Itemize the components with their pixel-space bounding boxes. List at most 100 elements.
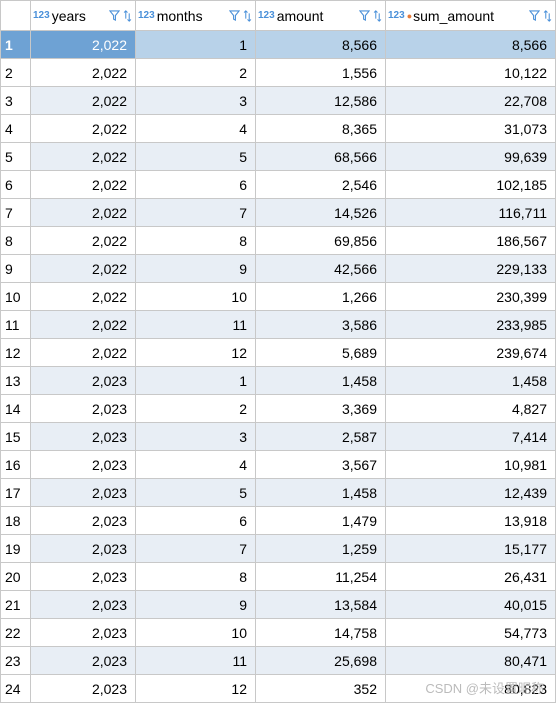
cell-years[interactable]: 2,023 xyxy=(31,591,136,619)
cell-amount[interactable]: 3,567 xyxy=(256,451,386,479)
cell-years[interactable]: 2,022 xyxy=(31,143,136,171)
cell-amount[interactable]: 14,526 xyxy=(256,199,386,227)
row-number[interactable]: 12 xyxy=(1,339,31,367)
cell-sum_amount[interactable]: 8,566 xyxy=(386,31,556,59)
cell-months[interactable]: 3 xyxy=(136,423,256,451)
cell-years[interactable]: 2,022 xyxy=(31,171,136,199)
table-row[interactable]: 92,022942,566229,133 xyxy=(1,255,556,283)
table-row[interactable]: 142,02323,3694,827 xyxy=(1,395,556,423)
column-header-amount[interactable]: 123amount xyxy=(256,1,386,31)
row-number[interactable]: 10 xyxy=(1,283,31,311)
cell-months[interactable]: 10 xyxy=(136,283,256,311)
row-number[interactable]: 21 xyxy=(1,591,31,619)
cell-months[interactable]: 4 xyxy=(136,451,256,479)
cell-months[interactable]: 3 xyxy=(136,87,256,115)
cell-years[interactable]: 2,023 xyxy=(31,395,136,423)
cell-amount[interactable]: 3,586 xyxy=(256,311,386,339)
cell-months[interactable]: 2 xyxy=(136,395,256,423)
cell-months[interactable]: 9 xyxy=(136,591,256,619)
cell-sum_amount[interactable]: 116,711 xyxy=(386,199,556,227)
cell-years[interactable]: 2,022 xyxy=(31,311,136,339)
cell-years[interactable]: 2,022 xyxy=(31,87,136,115)
table-row[interactable]: 12,02218,5668,566 xyxy=(1,31,556,59)
table-row[interactable]: 232,0231125,69880,471 xyxy=(1,647,556,675)
cell-years[interactable]: 2,023 xyxy=(31,619,136,647)
table-row[interactable]: 22,02221,55610,122 xyxy=(1,59,556,87)
row-number[interactable]: 22 xyxy=(1,619,31,647)
table-row[interactable]: 62,02262,546102,185 xyxy=(1,171,556,199)
cell-sum_amount[interactable]: 54,773 xyxy=(386,619,556,647)
cell-amount[interactable]: 42,566 xyxy=(256,255,386,283)
row-number[interactable]: 13 xyxy=(1,367,31,395)
cell-amount[interactable]: 1,266 xyxy=(256,283,386,311)
row-number[interactable]: 4 xyxy=(1,115,31,143)
cell-sum_amount[interactable]: 4,827 xyxy=(386,395,556,423)
cell-amount[interactable]: 69,856 xyxy=(256,227,386,255)
cell-years[interactable]: 2,022 xyxy=(31,199,136,227)
filter-icon[interactable] xyxy=(528,9,540,23)
cell-sum_amount[interactable]: 229,133 xyxy=(386,255,556,283)
table-row[interactable]: 192,02371,25915,177 xyxy=(1,535,556,563)
table-row[interactable]: 172,02351,45812,439 xyxy=(1,479,556,507)
row-number[interactable]: 8 xyxy=(1,227,31,255)
row-number[interactable]: 7 xyxy=(1,199,31,227)
cell-months[interactable]: 8 xyxy=(136,227,256,255)
table-row[interactable]: 122,022125,689239,674 xyxy=(1,339,556,367)
cell-months[interactable]: 12 xyxy=(136,675,256,703)
cell-amount[interactable]: 8,566 xyxy=(256,31,386,59)
column-header-sum_amount[interactable]: 123●sum_amount xyxy=(386,1,556,31)
cell-amount[interactable]: 1,458 xyxy=(256,479,386,507)
sort-icon[interactable] xyxy=(371,9,383,23)
cell-sum_amount[interactable]: 7,414 xyxy=(386,423,556,451)
cell-months[interactable]: 5 xyxy=(136,479,256,507)
table-row[interactable]: 112,022113,586233,985 xyxy=(1,311,556,339)
cell-amount[interactable]: 1,479 xyxy=(256,507,386,535)
cell-sum_amount[interactable]: 99,639 xyxy=(386,143,556,171)
rownum-header[interactable] xyxy=(1,1,31,31)
cell-sum_amount[interactable]: 233,985 xyxy=(386,311,556,339)
cell-years[interactable]: 2,022 xyxy=(31,283,136,311)
cell-amount[interactable]: 2,587 xyxy=(256,423,386,451)
cell-sum_amount[interactable]: 40,015 xyxy=(386,591,556,619)
cell-sum_amount[interactable]: 12,439 xyxy=(386,479,556,507)
cell-years[interactable]: 2,023 xyxy=(31,675,136,703)
cell-sum_amount[interactable]: 22,708 xyxy=(386,87,556,115)
table-row[interactable]: 132,02311,4581,458 xyxy=(1,367,556,395)
cell-amount[interactable]: 11,254 xyxy=(256,563,386,591)
sort-icon[interactable] xyxy=(241,9,253,23)
cell-months[interactable]: 7 xyxy=(136,535,256,563)
row-number[interactable]: 17 xyxy=(1,479,31,507)
cell-months[interactable]: 9 xyxy=(136,255,256,283)
cell-sum_amount[interactable]: 31,073 xyxy=(386,115,556,143)
cell-amount[interactable]: 1,458 xyxy=(256,367,386,395)
row-number[interactable]: 24 xyxy=(1,675,31,703)
cell-amount[interactable]: 352 xyxy=(256,675,386,703)
column-header-months[interactable]: 123months xyxy=(136,1,256,31)
row-number[interactable]: 5 xyxy=(1,143,31,171)
table-row[interactable]: 162,02343,56710,981 xyxy=(1,451,556,479)
cell-years[interactable]: 2,022 xyxy=(31,339,136,367)
cell-months[interactable]: 6 xyxy=(136,171,256,199)
cell-months[interactable]: 4 xyxy=(136,115,256,143)
cell-amount[interactable]: 2,546 xyxy=(256,171,386,199)
row-number[interactable]: 19 xyxy=(1,535,31,563)
cell-months[interactable]: 11 xyxy=(136,311,256,339)
row-number[interactable]: 18 xyxy=(1,507,31,535)
cell-sum_amount[interactable]: 10,122 xyxy=(386,59,556,87)
cell-months[interactable]: 8 xyxy=(136,563,256,591)
cell-amount[interactable]: 68,566 xyxy=(256,143,386,171)
cell-sum_amount[interactable]: 230,399 xyxy=(386,283,556,311)
table-row[interactable]: 212,023913,58440,015 xyxy=(1,591,556,619)
cell-months[interactable]: 11 xyxy=(136,647,256,675)
filter-icon[interactable] xyxy=(108,9,120,23)
row-number[interactable]: 14 xyxy=(1,395,31,423)
cell-sum_amount[interactable]: 1,458 xyxy=(386,367,556,395)
cell-amount[interactable]: 12,586 xyxy=(256,87,386,115)
row-number[interactable]: 16 xyxy=(1,451,31,479)
cell-years[interactable]: 2,023 xyxy=(31,563,136,591)
row-number[interactable]: 20 xyxy=(1,563,31,591)
cell-years[interactable]: 2,023 xyxy=(31,367,136,395)
cell-amount[interactable]: 5,689 xyxy=(256,339,386,367)
cell-amount[interactable]: 14,758 xyxy=(256,619,386,647)
cell-amount[interactable]: 1,259 xyxy=(256,535,386,563)
